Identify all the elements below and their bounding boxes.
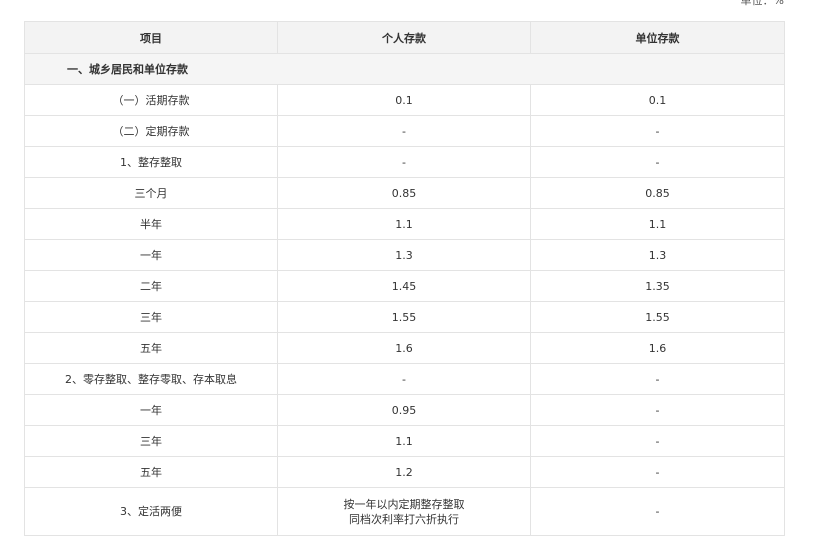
row-unit-cell: -	[530, 456, 785, 488]
table-row: 二年 1.45 1.35	[24, 270, 785, 302]
table-header-row: 项目 个人存款 单位存款	[24, 21, 785, 54]
row-item-cell: 二年	[24, 270, 278, 302]
row-unit-cell: 0.85	[530, 177, 785, 209]
row-unit-cell: -	[530, 146, 785, 178]
row-personal-cell: 1.6	[277, 332, 531, 364]
unit-note: 单位：%	[740, 0, 784, 7]
row-item-cell: （一）活期存款	[24, 84, 278, 116]
row-personal-cell: 0.1	[277, 84, 531, 116]
table-row: 半年 1.1 1.1	[24, 208, 785, 240]
row-unit-cell: -	[530, 115, 785, 147]
row-unit-cell: 1.1	[530, 208, 785, 240]
row-item-cell: 1、整存整取	[24, 146, 278, 178]
table-row: 三年 1.1-	[24, 425, 785, 457]
section-row: 一、城乡居民和单位存款	[24, 53, 785, 85]
table-row: 三个月 0.85 0.85	[24, 177, 785, 209]
table-row: 1、整存整取 - -	[24, 146, 785, 178]
row-personal-cell: -	[277, 115, 531, 147]
row-unit-cell: 1.3	[530, 239, 785, 271]
row-item-cell: 2、零存整取、整存零取、存本取息	[24, 363, 278, 395]
row-personal-cell: 按一年以内定期整存整取 同档次利率打六折执行	[277, 487, 531, 536]
row-unit-cell: -	[530, 394, 785, 426]
row-item-cell: 3、定活两便	[24, 487, 278, 536]
row-personal-cell: 1.45	[277, 270, 531, 302]
row-personal-cell: 1.1	[277, 425, 531, 457]
row-item-cell: 半年	[24, 208, 278, 240]
row-personal-cell: -	[277, 146, 531, 178]
row-unit-cell: 1.35	[530, 270, 785, 302]
row-personal-cell: -	[277, 363, 531, 395]
row-personal-cell: 1.2	[277, 456, 531, 488]
table-body: 一、城乡居民和单位存款 （一）活期存款 0.1 0.1 （二）定期存款 - -1、整存整取…	[24, 53, 785, 536]
table-row: 3、定活两便 按一年以内定期整存整取 同档次利率打六折执行 -	[24, 487, 785, 536]
header-item: 项目	[24, 21, 278, 54]
row-item-cell: 一年	[24, 239, 278, 271]
row-personal-cell: 1.1	[277, 208, 531, 240]
row-item-cell: 三年	[24, 301, 278, 333]
deposit-rate-table: 项目 个人存款 单位存款 一、城乡居民和单位存款 （一）活期存款 0.1 0.1 （二…	[24, 21, 785, 536]
row-unit-cell: 1.55	[530, 301, 785, 333]
table-row: （二）定期存款 - -	[24, 115, 785, 147]
row-personal-cell: 0.95	[277, 394, 531, 426]
row-personal-cell: 1.3	[277, 239, 531, 271]
row-unit-cell: -	[530, 487, 785, 536]
row-personal-cell: 0.85	[277, 177, 531, 209]
section-title: 一、城乡居民和单位存款	[24, 53, 785, 85]
row-unit-cell: -	[530, 425, 785, 457]
row-unit-cell: 0.1	[530, 84, 785, 116]
row-personal-cell: 1.55	[277, 301, 531, 333]
row-personal-text-line: 按一年以内定期整存整取	[343, 497, 465, 511]
row-item-cell: 五年	[24, 456, 278, 488]
table-row: 三年 1.55 1.55	[24, 301, 785, 333]
row-unit-cell: 1.6	[530, 332, 785, 364]
table-row: 2、零存整取、整存零取、存本取息 - -	[24, 363, 785, 395]
table-row: 一年 1.3 1.3	[24, 239, 785, 271]
table-row: 五年 1.6 1.6	[24, 332, 785, 364]
header-unit-deposit: 单位存款	[530, 21, 785, 54]
table-row: 一年 0.95-	[24, 394, 785, 426]
table-row: 五年 1.2-	[24, 456, 785, 488]
row-item-cell: （二）定期存款	[24, 115, 278, 147]
row-item-cell: 五年	[24, 332, 278, 364]
table-row: （一）活期存款 0.1 0.1	[24, 84, 785, 116]
header-personal-deposit: 个人存款	[277, 21, 531, 54]
row-personal-text-line: 同档次利率打六折执行	[349, 512, 459, 526]
row-item-cell: 三年	[24, 425, 278, 457]
row-unit-cell: -	[530, 363, 785, 395]
row-item-cell: 三个月	[24, 177, 278, 209]
row-item-cell: 一年	[24, 394, 278, 426]
